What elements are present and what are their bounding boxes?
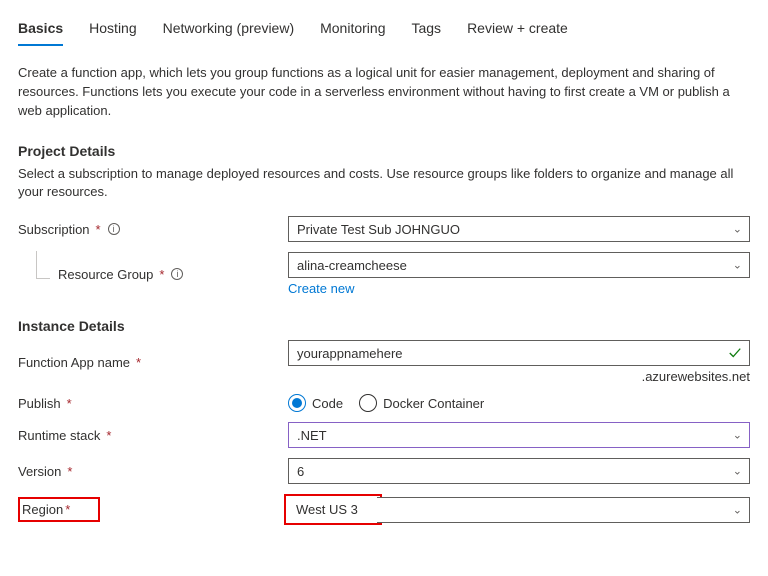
- tabs: Basics Hosting Networking (preview) Moni…: [18, 20, 750, 46]
- check-icon: [728, 346, 742, 360]
- highlight-region-label: Region*: [18, 497, 100, 522]
- tab-networking[interactable]: Networking (preview): [163, 20, 294, 46]
- project-details-heading: Project Details: [18, 143, 750, 159]
- runtime-label: Runtime stack*: [18, 428, 288, 443]
- region-select[interactable]: ⌄: [377, 497, 750, 523]
- version-label: Version*: [18, 464, 288, 479]
- chevron-down-icon: ⌄: [733, 429, 742, 442]
- domain-suffix: .azurewebsites.net: [288, 369, 750, 384]
- info-icon[interactable]: i: [171, 268, 183, 280]
- resource-group-select[interactable]: alina-creamcheese ⌄: [288, 252, 750, 278]
- tab-tags[interactable]: Tags: [411, 20, 441, 46]
- chevron-down-icon: ⌄: [733, 223, 742, 236]
- region-label: Region*: [18, 497, 288, 522]
- app-name-input[interactable]: yourappnamehere: [288, 340, 750, 366]
- app-name-label: Function App name*: [18, 355, 288, 370]
- tab-monitoring[interactable]: Monitoring: [320, 20, 385, 46]
- highlight-region-value: West US 3: [284, 494, 382, 525]
- tab-hosting[interactable]: Hosting: [89, 20, 136, 46]
- chevron-down-icon: ⌄: [733, 503, 742, 516]
- subscription-label: Subscription* i: [18, 222, 288, 237]
- chevron-down-icon: ⌄: [733, 465, 742, 478]
- intro-text: Create a function app, which lets you gr…: [18, 64, 750, 121]
- info-icon[interactable]: i: [108, 223, 120, 235]
- chevron-down-icon: ⌄: [733, 259, 742, 272]
- subscription-select[interactable]: Private Test Sub JOHNGUO ⌄: [288, 216, 750, 242]
- publish-code-radio[interactable]: Code: [288, 394, 343, 412]
- tab-basics[interactable]: Basics: [18, 20, 63, 46]
- instance-details-heading: Instance Details: [18, 318, 750, 334]
- runtime-select[interactable]: .NET ⌄: [288, 422, 750, 448]
- tab-review[interactable]: Review + create: [467, 20, 568, 46]
- resource-group-label: Resource Group* i: [18, 267, 288, 282]
- create-new-link[interactable]: Create new: [288, 281, 354, 296]
- version-select[interactable]: 6 ⌄: [288, 458, 750, 484]
- publish-label: Publish*: [18, 396, 288, 411]
- publish-docker-radio[interactable]: Docker Container: [359, 394, 484, 412]
- project-details-text: Select a subscription to manage deployed…: [18, 165, 750, 203]
